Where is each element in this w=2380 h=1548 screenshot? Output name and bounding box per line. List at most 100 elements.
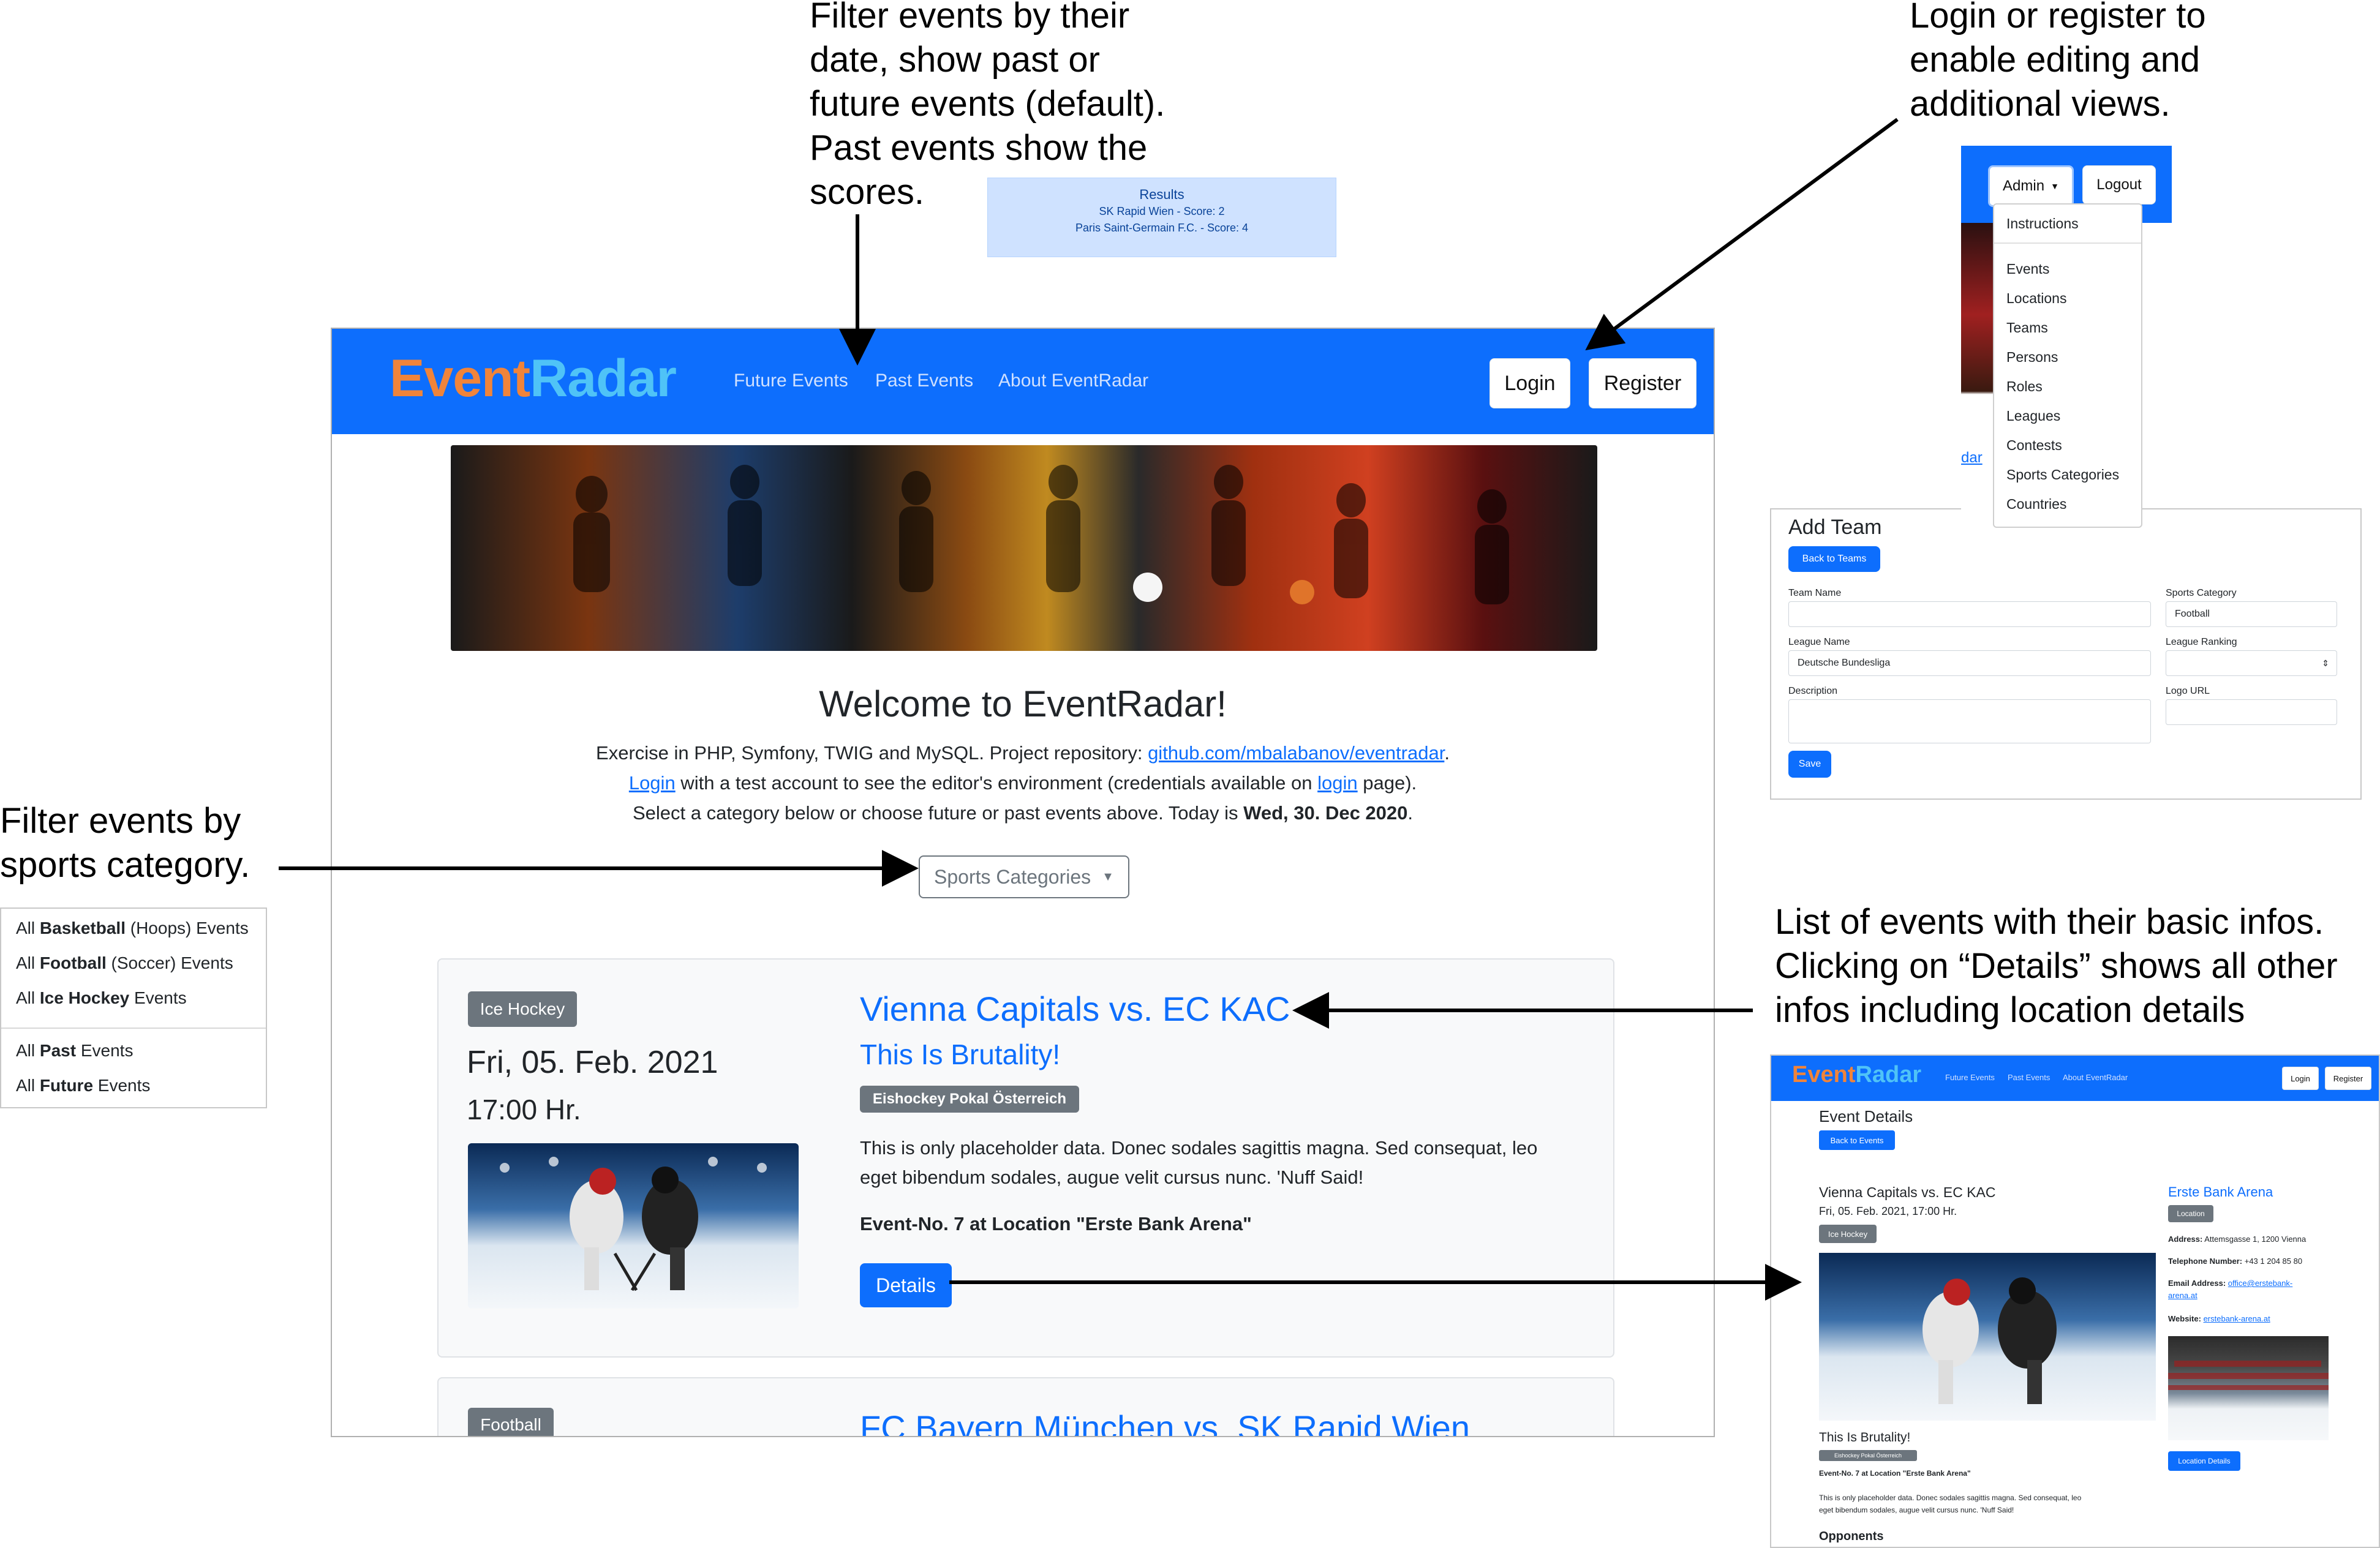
event-time: 17:00 Hr.	[467, 1094, 581, 1125]
results-line-2: Paris Saint-Germain F.C. - Score: 4	[1075, 222, 1249, 234]
menu-basketball[interactable]: All Basketball (Hoops) Events	[16, 919, 249, 938]
save-button[interactable]: Save	[1788, 751, 1831, 778]
event-2-category-badge: Football	[468, 1408, 554, 1436]
login-page-link[interactable]: login	[1317, 772, 1358, 794]
admin-dropdown-button[interactable]: Admin ▼	[1988, 165, 2074, 207]
admin-dropdown-list: Instructions Events Locations Teams Pers…	[1993, 203, 2142, 528]
details-login-button[interactable]: Login	[2282, 1067, 2319, 1090]
admin-item-leagues[interactable]: Leagues	[2006, 408, 2060, 424]
details-event-title: Vienna Capitals vs. EC KAC	[1819, 1184, 1996, 1200]
main-window: EventRadar Future Events Past Events Abo…	[331, 328, 1715, 1437]
details-hockey-illustration	[1922, 1277, 2057, 1404]
admin-item-contests[interactable]: Contests	[2006, 437, 2062, 454]
category-dropdown-menu: All Basketball (Hoops) Events All Footba…	[0, 907, 267, 1108]
league-name-select[interactable]: Deutsche Bundesliga	[1788, 650, 2151, 676]
stepper-icon[interactable]: ⇕	[2322, 658, 2329, 669]
logo[interactable]: EventRadar	[390, 348, 677, 409]
details-register-button[interactable]: Register	[2325, 1067, 2371, 1090]
description-label: Description	[1788, 686, 1838, 696]
intro-text: Exercise in PHP, Symfony, TWIG and MySQL…	[596, 742, 1450, 824]
admin-item-teams[interactable]: Teams	[2006, 320, 2048, 336]
menu-future[interactable]: All Future Events	[16, 1076, 150, 1095]
arrow-login	[1585, 118, 1899, 351]
league-ranking-label: League Ranking	[2166, 637, 2237, 647]
team-name-label: Team Name	[1788, 588, 1842, 598]
details-button[interactable]: Details	[860, 1263, 952, 1307]
event-2-title-link[interactable]: FC Bayern München vs. SK Rapid Wien	[860, 1408, 1470, 1436]
details-navbar: EventRadar Future Events Past Events Abo…	[1771, 1056, 2379, 1101]
admin-menu-window: dar Admin ▼ Logout Instructions Events L…	[1961, 146, 2172, 550]
admin-side-image	[1961, 223, 1998, 529]
event-date: Fri, 05. Feb. 2021	[467, 1045, 718, 1080]
sports-category-select[interactable]: Football	[2166, 601, 2337, 627]
intro-login-link[interactable]: Login	[629, 772, 676, 794]
login-button[interactable]: Login	[1489, 358, 1570, 408]
hockey-players-illustration	[500, 1157, 767, 1291]
logout-button[interactable]: Logout	[2082, 165, 2156, 205]
hero-banner-image	[451, 445, 1597, 651]
sports-category-label: Sports Category	[2166, 588, 2237, 598]
callout-event-list: List of events with their basic infos. C…	[1775, 902, 2338, 1030]
menu-football[interactable]: All Football (Soccer) Events	[16, 953, 233, 973]
event-location-line: Event-No. 7 at Location "Erste Bank Aren…	[860, 1213, 1252, 1234]
admin-item-persons[interactable]: Persons	[2006, 349, 2058, 366]
logo-url-input[interactable]	[2166, 699, 2337, 725]
details-league-badge: Eishockey Pokal Österreich	[1819, 1450, 1917, 1461]
details-event-datetime: Fri, 05. Feb. 2021, 17:00 Hr.	[1819, 1205, 1957, 1217]
add-team-panel: Add Team Back to Teams Team Name Sports …	[1770, 508, 2362, 800]
details-opponents-heading: Opponents	[1819, 1530, 1884, 1543]
welcome-title: Welcome to EventRadar!	[819, 683, 1227, 724]
admin-item-roles[interactable]: Roles	[2006, 378, 2043, 395]
repo-link[interactable]: github.com/mbalabanov/eventradar	[1148, 742, 1444, 764]
details-nav-future[interactable]: Future Events	[1945, 1073, 1995, 1082]
event-title-link[interactable]: Vienna Capitals vs. EC KAC	[860, 989, 1290, 1029]
details-event-image	[1819, 1253, 2156, 1421]
admin-item-sports-categories[interactable]: Sports Categories	[2006, 467, 2119, 483]
nav-about[interactable]: About EventRadar	[998, 370, 1148, 391]
details-website: Website: erstebank-arena.at	[2168, 1314, 2270, 1323]
caret-down-icon: ▼	[2050, 181, 2059, 191]
details-nav-past[interactable]: Past Events	[2008, 1073, 2050, 1082]
admin-menu-divider	[1994, 242, 2141, 244]
menu-divider	[1, 1028, 266, 1029]
event-card: Ice Hockey Fri, 05. Feb. 2021 17:00 Hr. …	[437, 958, 1614, 1358]
details-logo[interactable]: EventRadar	[1792, 1062, 1921, 1088]
details-location-name[interactable]: Erste Bank Arena	[2168, 1184, 2273, 1200]
arena-stands-illustration	[2168, 1361, 2329, 1390]
event-category-badge: Ice Hockey	[468, 991, 577, 1027]
sports-categories-dropdown[interactable]: Sports Categories ▼	[919, 855, 1129, 898]
back-to-teams-button[interactable]: Back to Teams	[1788, 546, 1880, 572]
details-page-title: Event Details	[1819, 1107, 1913, 1125]
details-location-badge: Location	[2168, 1205, 2213, 1222]
details-phone: Telephone Number: +43 1 204 85 80	[2168, 1257, 2303, 1266]
admin-item-locations[interactable]: Locations	[2006, 290, 2066, 307]
nav-past-events[interactable]: Past Events	[875, 370, 973, 391]
details-category-badge: Ice Hockey	[1819, 1225, 1877, 1243]
add-team-title: Add Team	[1788, 516, 1882, 539]
nav-future-events[interactable]: Future Events	[734, 370, 848, 391]
team-name-input[interactable]	[1788, 601, 2151, 627]
menu-icehockey[interactable]: All Ice Hockey Events	[16, 988, 187, 1008]
location-details-button[interactable]: Location Details	[2168, 1451, 2240, 1471]
menu-past[interactable]: All Past Events	[16, 1041, 133, 1061]
athletes-silhouettes	[573, 465, 1509, 604]
admin-item-countries[interactable]: Countries	[2006, 496, 2066, 513]
admin-item-instructions[interactable]: Instructions	[2006, 216, 2079, 232]
behind-link-text: dar	[1961, 449, 1983, 466]
description-textarea[interactable]	[1788, 699, 2151, 743]
details-nav-about[interactable]: About EventRadar	[2063, 1073, 2128, 1082]
details-location-line: Event-No. 7 at Location "Erste Bank Aren…	[1819, 1469, 1971, 1478]
callout-login: Login or register to enable editing and …	[1910, 0, 2206, 124]
event-league-badge: Eishockey Pokal Österreich	[860, 1086, 1079, 1113]
admin-item-events[interactable]: Events	[2006, 261, 2049, 277]
details-arena-image	[2168, 1336, 2329, 1440]
results-box: Results SK Rapid Wien - Score: 2 Paris S…	[987, 178, 1336, 257]
register-button[interactable]: Register	[1589, 358, 1697, 408]
league-ranking-stepper[interactable]: ⇕	[2166, 650, 2337, 676]
details-address: Address: Attemsgasse 1, 1200 Vienna	[2168, 1234, 2307, 1244]
today-date: Wed, 30. Dec 2020	[1243, 802, 1408, 824]
event-description: This is only placeholder data. Donec sod…	[860, 1137, 1538, 1188]
callout-category-filter: Filter events by sports category.	[0, 801, 250, 885]
results-title: Results	[1139, 187, 1184, 202]
back-to-events-button[interactable]: Back to Events	[1819, 1130, 1895, 1150]
